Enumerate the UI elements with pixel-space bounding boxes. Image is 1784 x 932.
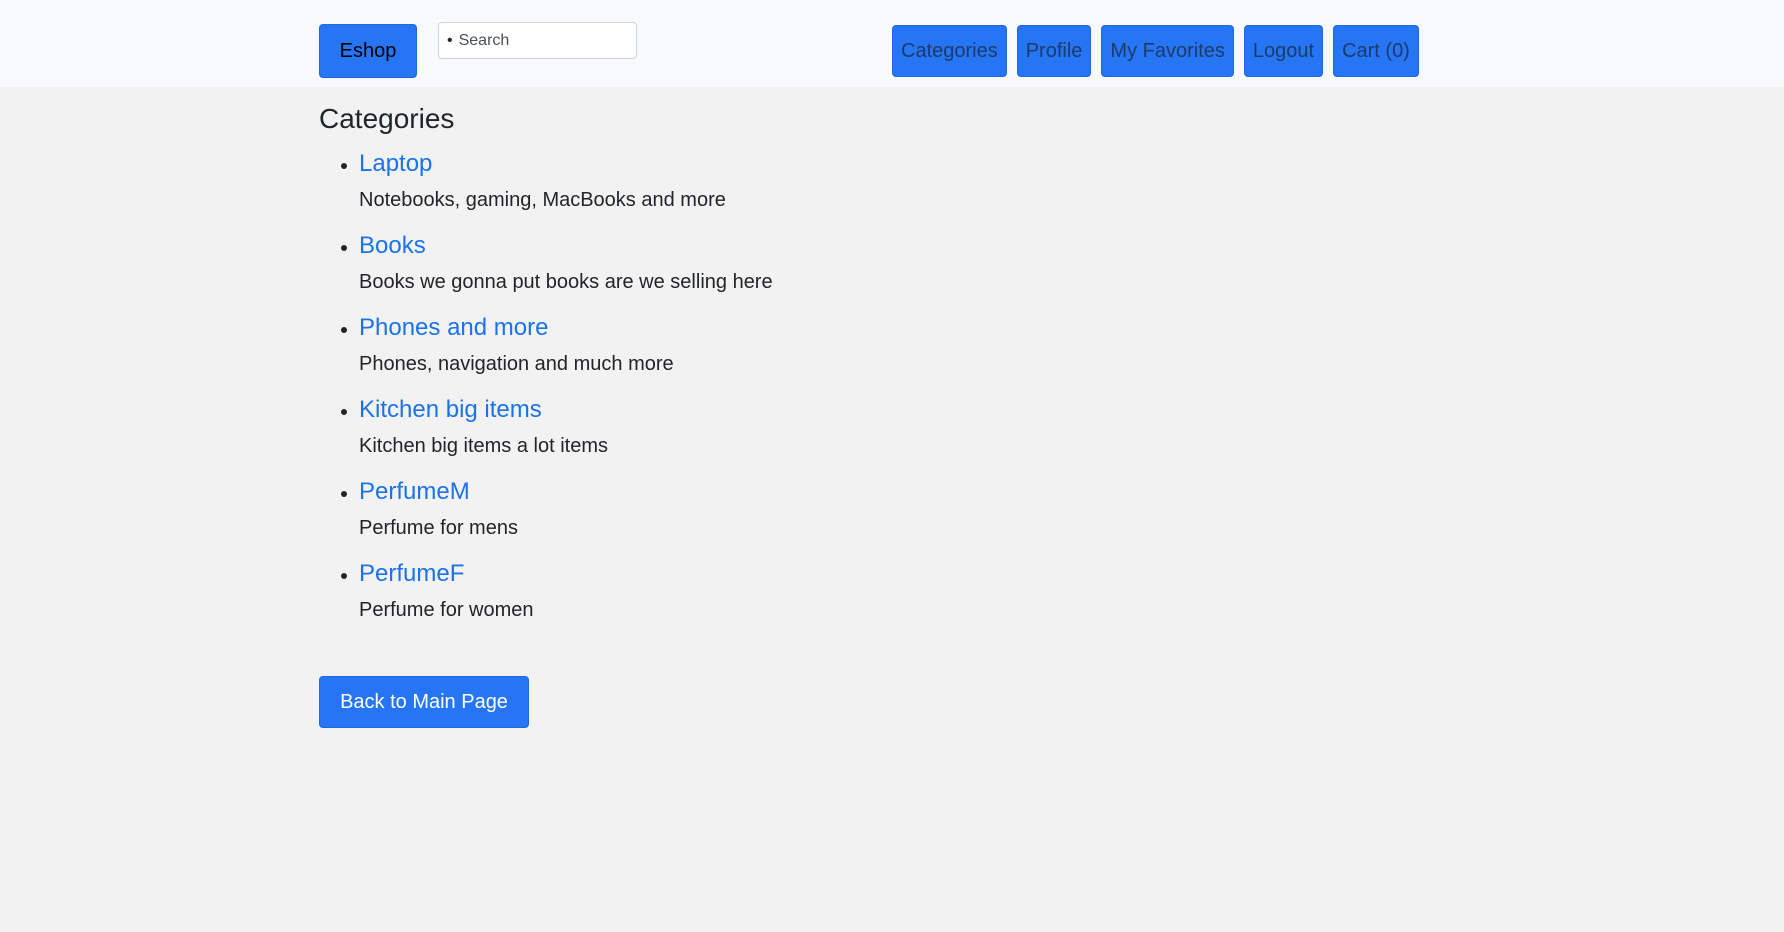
search-bullet-icon: • — [447, 31, 453, 49]
category-link-perfumem[interactable]: PerfumeM — [359, 477, 1459, 507]
main-content: Categories Laptop Notebooks, gaming, Mac… — [319, 100, 1459, 641]
category-item: PerfumeM Perfume for mens — [359, 477, 1459, 542]
category-link-kitchen[interactable]: Kitchen big items — [359, 395, 1459, 425]
category-description: Phones, navigation and much more — [359, 353, 674, 375]
search-input[interactable] — [458, 31, 619, 50]
category-link-laptop[interactable]: Laptop — [359, 149, 1459, 179]
nav-favorites-button[interactable]: My Favorites — [1101, 25, 1234, 77]
category-link-books[interactable]: Books — [359, 231, 1459, 261]
category-item: Laptop Notebooks, gaming, MacBooks and m… — [359, 149, 1459, 214]
category-item: Kitchen big items Kitchen big items a lo… — [359, 395, 1459, 460]
page-title: Categories — [319, 103, 455, 134]
category-description: Perfume for mens — [359, 517, 518, 539]
category-description: Books we gonna put books are we selling … — [359, 271, 773, 293]
nav-profile-button[interactable]: Profile — [1016, 25, 1092, 77]
category-list: Laptop Notebooks, gaming, MacBooks and m… — [319, 149, 1459, 624]
brand-button[interactable]: Eshop — [319, 24, 417, 78]
category-item: Phones and more Phones, navigation and m… — [359, 313, 1459, 378]
category-link-perfumef[interactable]: PerfumeF — [359, 559, 1459, 589]
search-box[interactable]: • — [438, 22, 637, 59]
category-item: PerfumeF Perfume for women — [359, 559, 1459, 624]
category-description: Kitchen big items a lot items — [359, 435, 608, 457]
category-link-phones[interactable]: Phones and more — [359, 313, 1459, 343]
category-description: Notebooks, gaming, MacBooks and more — [359, 189, 726, 211]
nav-cart-button[interactable]: Cart (0) — [1333, 25, 1419, 77]
category-description: Perfume for women — [359, 599, 534, 621]
back-to-main-button[interactable]: Back to Main Page — [319, 676, 529, 728]
nav-categories-button[interactable]: Categories — [892, 25, 1007, 77]
category-item: Books Books we gonna put books are we se… — [359, 231, 1459, 296]
navbar: Eshop • Categories Profile My Favorites … — [0, 0, 1784, 87]
nav-buttons: Categories Profile My Favorites Logout C… — [892, 25, 1419, 77]
nav-logout-button[interactable]: Logout — [1243, 25, 1324, 77]
